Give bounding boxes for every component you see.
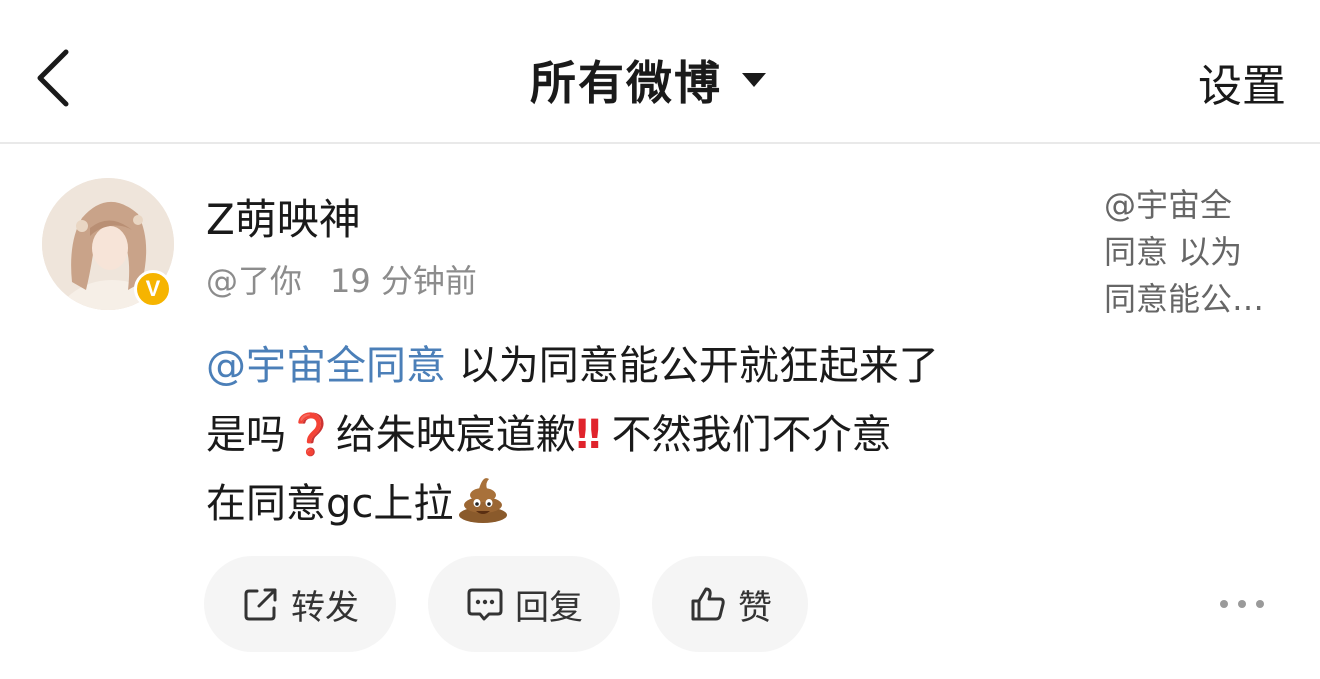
thumbs-up-icon bbox=[691, 587, 725, 621]
chevron-left-icon bbox=[37, 49, 69, 107]
caret-down-icon bbox=[742, 73, 766, 87]
reply-button[interactable]: 回复 bbox=[428, 556, 620, 652]
repost-label: 转发 bbox=[291, 587, 359, 628]
settings-button[interactable]: 设置 bbox=[1198, 50, 1286, 114]
post-actions: 转发 回复 赞 bbox=[204, 556, 840, 652]
feed-filter-dropdown[interactable]: 所有微博 bbox=[530, 40, 766, 120]
content-line: 在同意gc上拉 bbox=[206, 470, 1066, 539]
content-text: 以为同意能公开就狂起来了 bbox=[446, 343, 939, 389]
content-line: 是吗❓给朱映宸道歉‼ 不然我们不介意 bbox=[206, 401, 1066, 470]
question-emoji-icon: ❓ bbox=[286, 412, 336, 458]
quoted-line: 同意能公… bbox=[1104, 280, 1265, 318]
quoted-line: @宇宙全 bbox=[1104, 186, 1233, 224]
double-exclamation-emoji-icon: ‼ bbox=[575, 412, 601, 458]
comment-icon bbox=[467, 588, 503, 621]
like-label: 赞 bbox=[738, 587, 772, 628]
repost-button[interactable]: 转发 bbox=[204, 556, 396, 652]
share-icon bbox=[244, 588, 277, 621]
handle: @了你 bbox=[206, 262, 303, 300]
back-button[interactable] bbox=[28, 42, 88, 112]
post-meta: @了你 19 分钟前 bbox=[206, 256, 477, 302]
reply-label: 回复 bbox=[515, 587, 583, 628]
quoted-line: 同意 以为 bbox=[1104, 233, 1243, 271]
pile-of-poo-icon bbox=[459, 478, 508, 523]
content-line: @宇宙全同意 以为同意能公开就狂起来了 bbox=[206, 332, 1066, 401]
username[interactable]: Z萌映神 bbox=[206, 186, 361, 247]
top-nav-bar: 所有微博 设置 bbox=[0, 0, 1320, 144]
mention-link[interactable]: @宇宙全同意 bbox=[206, 343, 446, 389]
page-title: 所有微博 bbox=[530, 56, 722, 110]
content-text: 是吗 bbox=[206, 412, 286, 458]
post-content: @宇宙全同意 以为同意能公开就狂起来了 是吗❓给朱映宸道歉‼ 不然我们不介意 在… bbox=[206, 332, 1066, 539]
quoted-post-preview[interactable]: @宇宙全 同意 以为 同意能公… bbox=[1104, 182, 1294, 323]
like-button[interactable]: 赞 bbox=[652, 556, 808, 652]
verified-badge-icon: V bbox=[134, 270, 172, 308]
content-text: 在同意gc上拉 bbox=[206, 481, 454, 527]
content-text: 给朱映宸道歉 bbox=[335, 412, 576, 458]
content-text: 不然我们不介意 bbox=[598, 412, 892, 458]
timestamp: 19 分钟前 bbox=[330, 262, 477, 300]
more-options-icon[interactable] bbox=[1220, 590, 1264, 618]
